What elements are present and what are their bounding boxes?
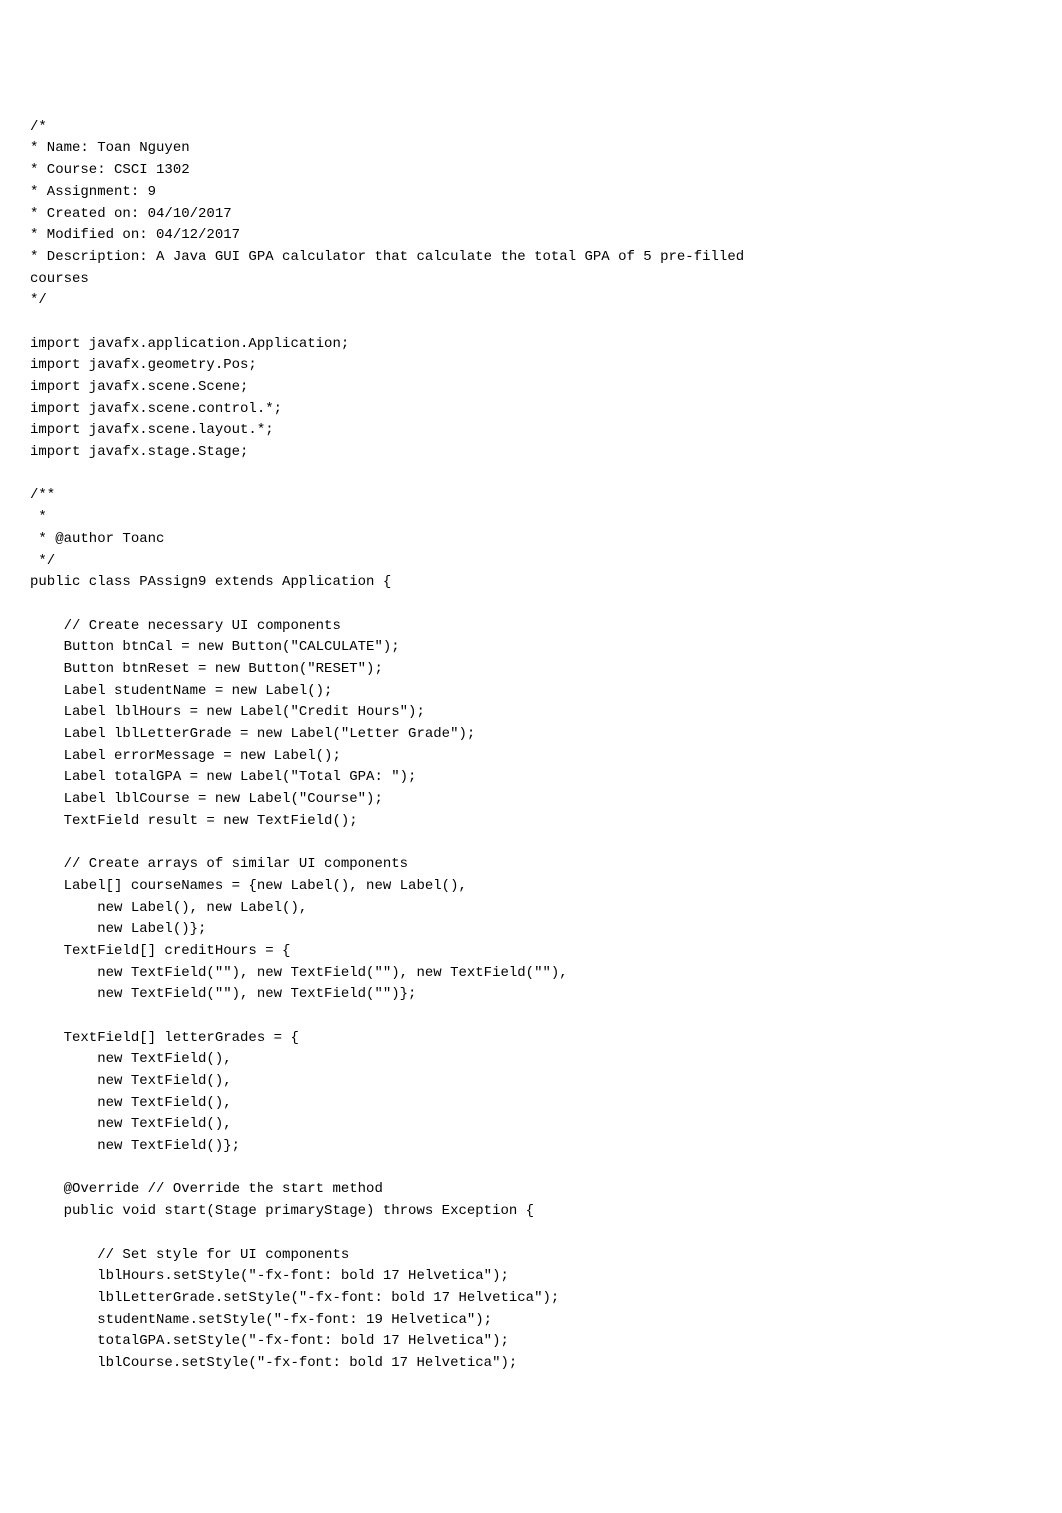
- code-line: Label[] courseNames = {new Label(), new …: [30, 878, 467, 894]
- code-line: Button btnCal = new Button("CALCULATE");: [30, 639, 400, 655]
- code-line: TextField[] letterGrades = {: [30, 1030, 299, 1046]
- code-line: import javafx.scene.Scene;: [30, 379, 248, 395]
- code-line: * @author Toanc: [30, 531, 164, 547]
- code-line: Label lblCourse = new Label("Course");: [30, 791, 383, 807]
- code-line: // Create necessary UI components: [30, 618, 341, 634]
- code-line: courses: [30, 271, 89, 287]
- code-line: new Label()};: [30, 921, 206, 937]
- code-line: public class PAssign9 extends Applicatio…: [30, 574, 391, 590]
- code-line: @Override // Override the start method: [30, 1181, 383, 1197]
- code-line: import javafx.stage.Stage;: [30, 444, 248, 460]
- code-line: new TextField(),: [30, 1095, 232, 1111]
- code-line: */: [30, 553, 55, 569]
- code-line: */: [30, 292, 47, 308]
- code-line: lblCourse.setStyle("-fx-font: bold 17 He…: [30, 1355, 517, 1371]
- code-line: new TextField()};: [30, 1138, 240, 1154]
- code-line: lblHours.setStyle("-fx-font: bold 17 Hel…: [30, 1268, 509, 1284]
- code-line: Button btnReset = new Button("RESET");: [30, 661, 383, 677]
- code-line: import javafx.application.Application;: [30, 336, 349, 352]
- code-line: new Label(), new Label(),: [30, 900, 307, 916]
- code-line: Label totalGPA = new Label("Total GPA: "…: [30, 769, 416, 785]
- code-line: studentName.setStyle("-fx-font: 19 Helve…: [30, 1312, 492, 1328]
- code-line: Label studentName = new Label();: [30, 683, 332, 699]
- code-line: new TextField(),: [30, 1073, 232, 1089]
- code-line: import javafx.geometry.Pos;: [30, 357, 257, 373]
- code-line: * Name: Toan Nguyen: [30, 140, 190, 156]
- code-line: * Created on: 04/10/2017: [30, 206, 232, 222]
- code-line: import javafx.scene.layout.*;: [30, 422, 274, 438]
- code-line: public void start(Stage primaryStage) th…: [30, 1203, 534, 1219]
- code-line: Label lblLetterGrade = new Label("Letter…: [30, 726, 475, 742]
- code-line: /*: [30, 119, 47, 135]
- code-line: * Modified on: 04/12/2017: [30, 227, 240, 243]
- code-line: new TextField(),: [30, 1051, 232, 1067]
- code-line: import javafx.scene.control.*;: [30, 401, 282, 417]
- code-line: * Assignment: 9: [30, 184, 156, 200]
- code-line: totalGPA.setStyle("-fx-font: bold 17 Hel…: [30, 1333, 509, 1349]
- code-line: * Course: CSCI 1302: [30, 162, 190, 178]
- code-line: /**: [30, 487, 55, 503]
- java-source-code: /* * Name: Toan Nguyen * Course: CSCI 13…: [30, 117, 1032, 1375]
- code-line: Label errorMessage = new Label();: [30, 748, 341, 764]
- code-line: // Create arrays of similar UI component…: [30, 856, 408, 872]
- code-line: TextField result = new TextField();: [30, 813, 358, 829]
- code-line: Label lblHours = new Label("Credit Hours…: [30, 704, 425, 720]
- code-line: * Description: A Java GUI GPA calculator…: [30, 249, 744, 265]
- code-line: new TextField(""), new TextField("")};: [30, 986, 416, 1002]
- code-line: *: [30, 509, 47, 525]
- code-line: TextField[] creditHours = {: [30, 943, 290, 959]
- code-line: new TextField(""), new TextField(""), ne…: [30, 965, 568, 981]
- code-line: // Set style for UI components: [30, 1247, 349, 1263]
- code-line: lblLetterGrade.setStyle("-fx-font: bold …: [30, 1290, 559, 1306]
- code-line: new TextField(),: [30, 1116, 232, 1132]
